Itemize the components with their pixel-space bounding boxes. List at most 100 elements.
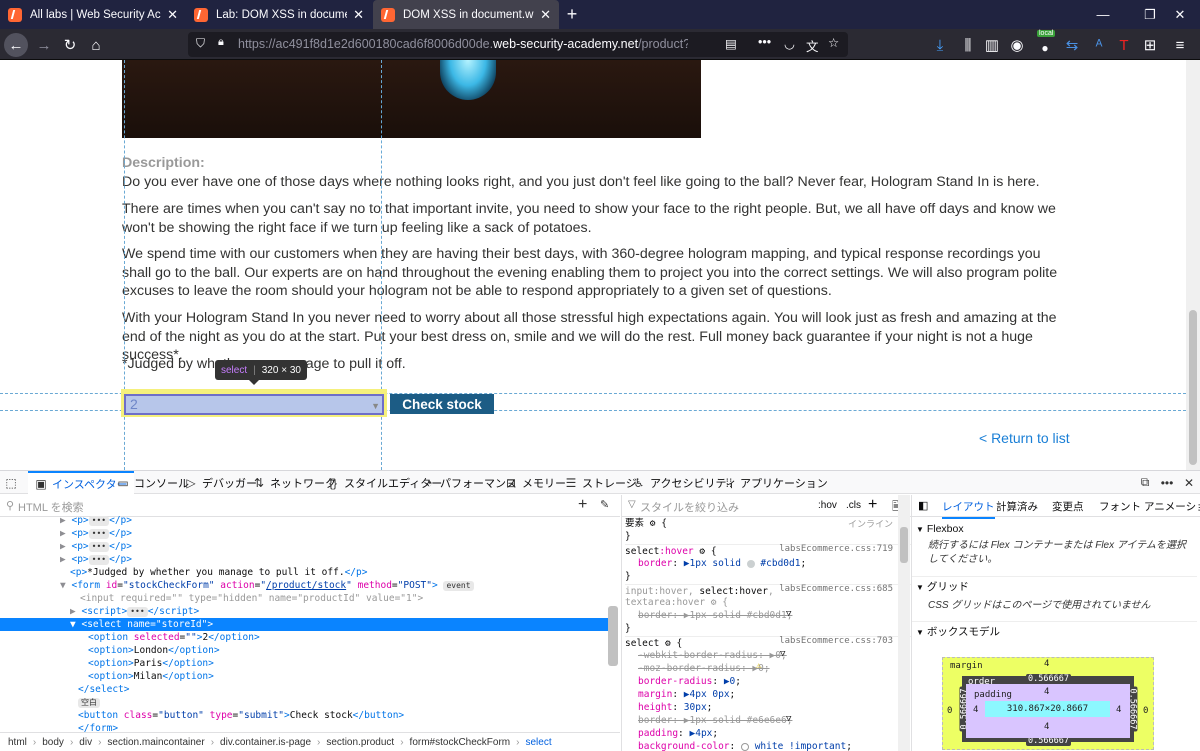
eyedropper-icon[interactable]: ✎ <box>600 498 609 511</box>
tab-fonts[interactable]: フォント <box>1099 499 1141 514</box>
stylesheet-link[interactable]: labsEcommerce.css:703 <box>779 636 893 646</box>
close-icon[interactable]: ✕ <box>540 7 551 23</box>
box-model-content[interactable]: 310.867×20.8667 <box>985 701 1110 717</box>
markup-node[interactable]: ▶ <p> ••• </p> <box>60 527 132 540</box>
tab-changes[interactable]: 変更点 <box>1052 499 1084 514</box>
tab-memory[interactable]: ⊟ メモリー <box>504 471 566 494</box>
text-extension-icon[interactable]: T <box>1112 33 1136 57</box>
translate-icon[interactable]: 文 <box>806 36 819 55</box>
lock-icon[interactable]: 🔒︎ <box>218 36 224 49</box>
store-select[interactable]: 2 ▼ <box>124 394 384 415</box>
flexbox-section-header[interactable]: ▼ Flexbox <box>916 523 964 535</box>
breadcrumb-item[interactable]: section.product <box>326 737 394 748</box>
filter-icon[interactable]: ▽ <box>786 609 791 619</box>
back-button[interactable]: ← <box>4 33 28 57</box>
tab-lab[interactable]: Lab: DOM XSS in document.wri ✕ <box>186 0 372 29</box>
forward-button[interactable]: → <box>32 33 56 57</box>
rules-scrollbar[interactable] <box>898 495 910 751</box>
library-icon[interactable]: ⫼ <box>956 33 980 57</box>
account-icon[interactable]: ◉ <box>1005 33 1029 57</box>
breadcrumb-item[interactable]: html <box>8 737 27 748</box>
tab-all-labs[interactable]: All labs | Web Security Academ ✕ <box>0 0 186 29</box>
breadcrumb-item[interactable]: select <box>525 737 551 748</box>
markup-node[interactable]: <input required="" type="hidden" name="p… <box>80 592 423 605</box>
scrollbar-thumb[interactable] <box>900 527 908 563</box>
breadcrumb-item[interactable]: form#stockCheckForm <box>410 737 511 748</box>
stylesheet-link[interactable]: labsEcommerce.css:685 <box>779 584 893 594</box>
filter-icon[interactable]: ▽ <box>786 714 791 724</box>
markup-node[interactable]: <option>London</option> <box>88 644 220 657</box>
markup-node[interactable]: ▶ <script> ••• </script> <box>70 605 199 618</box>
dock-icon[interactable]: ⧉ <box>1138 471 1156 494</box>
markup-node[interactable]: ▶ <p> ••• </p> <box>60 514 132 527</box>
gear-icon[interactable]: ⚙ <box>711 597 717 608</box>
rules-filter-input[interactable]: スタイルを絞り込み <box>640 499 739 515</box>
markup-node-selected[interactable]: ▼ <select name="storeId"> <box>0 618 608 631</box>
menu-icon[interactable]: ≡ <box>1168 33 1192 57</box>
class-toggle-button[interactable]: .cls <box>846 500 861 511</box>
close-icon[interactable]: ✕ <box>167 7 178 23</box>
markup-node[interactable]: <option>Paris</option> <box>88 657 214 670</box>
tab-dom-xss[interactable]: DOM XSS in document.write si ✕ <box>373 0 559 29</box>
boxmodel-section-header[interactable]: ▼ ボックスモデル <box>912 621 1197 639</box>
url-bar[interactable]: ⛉ 🔒︎ https://ac491f8d1e2d600180cad6f8006… <box>188 32 848 57</box>
markup-node[interactable]: </form> <box>78 722 118 732</box>
new-tab-button[interactable]: + <box>560 0 584 29</box>
breadcrumb-item[interactable]: body <box>42 737 64 748</box>
markup-node[interactable]: ▼ <form id="stockCheckForm" action="/pro… <box>60 579 474 592</box>
markup-node[interactable]: <button class="button" type="submit">Che… <box>78 709 404 722</box>
pocket-icon[interactable]: ◡ <box>784 36 795 51</box>
tab-debugger[interactable]: ▷ デバッガー <box>184 471 257 494</box>
hover-state-button[interactable]: :hov <box>818 500 837 511</box>
reader-view-icon[interactable]: ▤ <box>725 36 737 51</box>
breadcrumb-item[interactable]: section.maincontainer <box>107 737 204 748</box>
sidebar-icon[interactable]: ▥ <box>980 33 1004 57</box>
breadcrumb-item[interactable]: div <box>79 737 92 748</box>
filter-icon[interactable]: ▽ <box>780 649 785 659</box>
markup-node[interactable]: <option>Milan</option> <box>88 670 214 683</box>
page-scrollbar[interactable] <box>1186 60 1200 470</box>
gear-icon[interactable]: ⚙ <box>665 638 671 649</box>
home-button[interactable]: ⌂ <box>84 33 108 57</box>
close-icon[interactable]: ✕ <box>353 7 364 23</box>
url-text[interactable]: https://ac491f8d1e2d600180cad6f8006d00de… <box>238 37 688 51</box>
tab-layout[interactable]: レイアウト <box>942 499 995 519</box>
tab-application[interactable]: ⁞⁞ アプリケーション <box>722 471 828 494</box>
grid-section-header[interactable]: ▼ グリッド <box>912 576 1197 594</box>
tab-network[interactable]: ⇅ ネットワーク <box>252 471 336 494</box>
markup-scrollbar-thumb[interactable] <box>608 606 618 666</box>
reload-button[interactable]: ↻ <box>58 33 82 57</box>
page-actions-icon[interactable]: ••• <box>758 35 771 49</box>
language-icon[interactable]: ᴬ <box>1087 33 1111 57</box>
toggle-sidebar-icon[interactable]: ◧ <box>918 499 928 512</box>
tab-storage[interactable]: ☰ ストレージ <box>564 471 637 494</box>
breadcrumb-item[interactable]: div.container.is-page <box>220 737 311 748</box>
scrollbar-thumb[interactable] <box>1189 310 1197 465</box>
minimize-button[interactable]: — <box>1083 0 1123 29</box>
tab-computed[interactable]: 計算済み <box>996 499 1038 514</box>
markup-node[interactable]: <option selected="">2</option> <box>88 631 260 644</box>
extensions-icon[interactable]: ⊞ <box>1138 33 1162 57</box>
close-window-button[interactable]: ✕ <box>1160 0 1200 29</box>
markup-node[interactable]: ▶ <p> ••• </p> <box>60 553 132 566</box>
bookmark-star-icon[interactable]: ☆ <box>828 35 839 50</box>
gear-icon[interactable]: ⚙ <box>650 518 656 529</box>
more-options-icon[interactable]: ••• <box>1160 471 1178 494</box>
add-node-icon[interactable]: + <box>578 496 587 514</box>
markup-node[interactable]: ▶ <p> ••• </p> <box>60 540 132 553</box>
stylesheet-link[interactable]: labsEcommerce.css:719 <box>779 544 893 554</box>
check-stock-button[interactable]: Check stock <box>390 394 494 414</box>
tab-performance[interactable]: ◔ パフォーマンス <box>422 471 516 494</box>
gear-icon[interactable]: ⚙ <box>699 546 705 557</box>
return-to-list-link[interactable]: < Return to list <box>979 430 1070 446</box>
extension-local-icon[interactable]: local ● <box>1033 30 1057 57</box>
add-rule-icon[interactable]: + <box>868 496 877 514</box>
markup-node[interactable]: </select> <box>78 683 129 696</box>
markup-node[interactable]: <p>*Judged by whether you manage to pull… <box>70 566 367 579</box>
element-picker-icon[interactable]: ⬚ <box>4 471 24 494</box>
shield-icon[interactable]: ⛉ <box>196 36 205 51</box>
tab-console[interactable]: ▭ コンソール <box>116 471 189 494</box>
close-devtools-icon[interactable]: ✕ <box>1182 471 1200 494</box>
whitespace-node[interactable]: 空白 <box>78 696 100 709</box>
download-icon[interactable]: ⤓ <box>928 33 952 57</box>
